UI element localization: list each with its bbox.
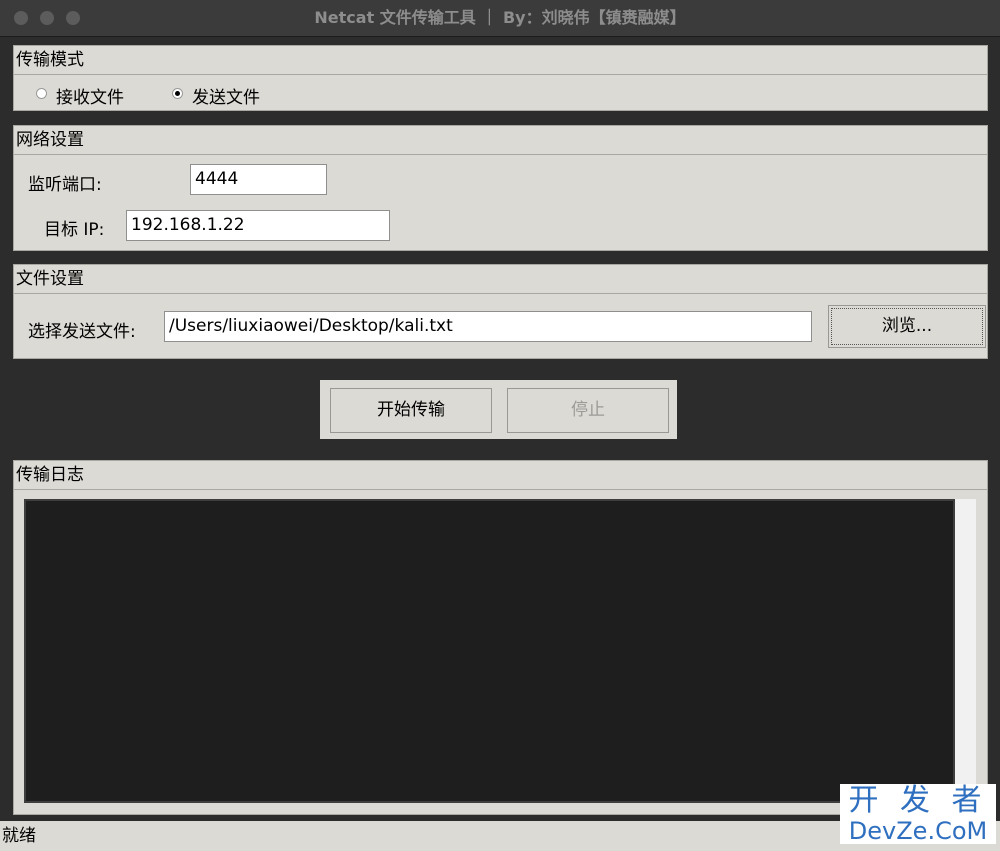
transfer-mode-frame: 传输模式 接收文件 发送文件 (13, 45, 988, 111)
radio-receive-indicator[interactable] (36, 88, 47, 99)
radio-send-indicator[interactable] (172, 88, 183, 99)
file-title: 文件设置 (14, 265, 987, 294)
radio-receive[interactable]: 接收文件 (36, 82, 136, 108)
radio-receive-label: 接收文件 (56, 88, 124, 108)
radio-send[interactable]: 发送文件 (172, 82, 272, 108)
target-ip-input[interactable]: 192.168.1.22 (126, 210, 390, 241)
start-transfer-button[interactable]: 开始传输 (330, 388, 492, 433)
watermark-line-1: 开 发 者 (848, 783, 988, 818)
log-frame: 传输日志 (13, 460, 988, 815)
select-file-label: 选择发送文件: (28, 322, 136, 342)
port-label: 监听端口: (28, 175, 102, 195)
watermark-line-2: DevZe.CoM (848, 817, 988, 845)
file-path-input[interactable]: /Users/liuxiaowei/Desktop/kali.txt (164, 311, 812, 342)
target-ip-label: 目标 IP: (44, 220, 105, 240)
window-title: Netcat 文件传输工具 ｜ By：刘晓伟【镇赉融媒】 (314, 8, 686, 27)
port-input[interactable]: 4444 (190, 164, 327, 195)
log-text-area[interactable] (24, 499, 955, 803)
browse-button[interactable]: 浏览... (828, 305, 986, 348)
radio-send-label: 发送文件 (192, 88, 260, 108)
stop-button[interactable]: 停止 (507, 388, 669, 433)
watermark-logo: 开 发 者 DevZe.CoM (840, 784, 996, 844)
transfer-mode-title: 传输模式 (14, 46, 987, 75)
network-frame: 网络设置 监听端口: 4444 目标 IP: 192.168.1.22 (13, 125, 988, 251)
network-title: 网络设置 (14, 126, 987, 155)
title-bar: Netcat 文件传输工具 ｜ By：刘晓伟【镇赉融媒】 (0, 0, 1000, 37)
log-scrollbar[interactable] (955, 499, 976, 803)
action-buttons-panel: 开始传输 停止 (320, 380, 677, 439)
app-window: Netcat 文件传输工具 ｜ By：刘晓伟【镇赉融媒】 传输模式 接收文件 发… (0, 0, 1000, 851)
file-frame: 文件设置 选择发送文件: /Users/liuxiaowei/Desktop/k… (13, 264, 988, 359)
log-title: 传输日志 (14, 461, 987, 490)
